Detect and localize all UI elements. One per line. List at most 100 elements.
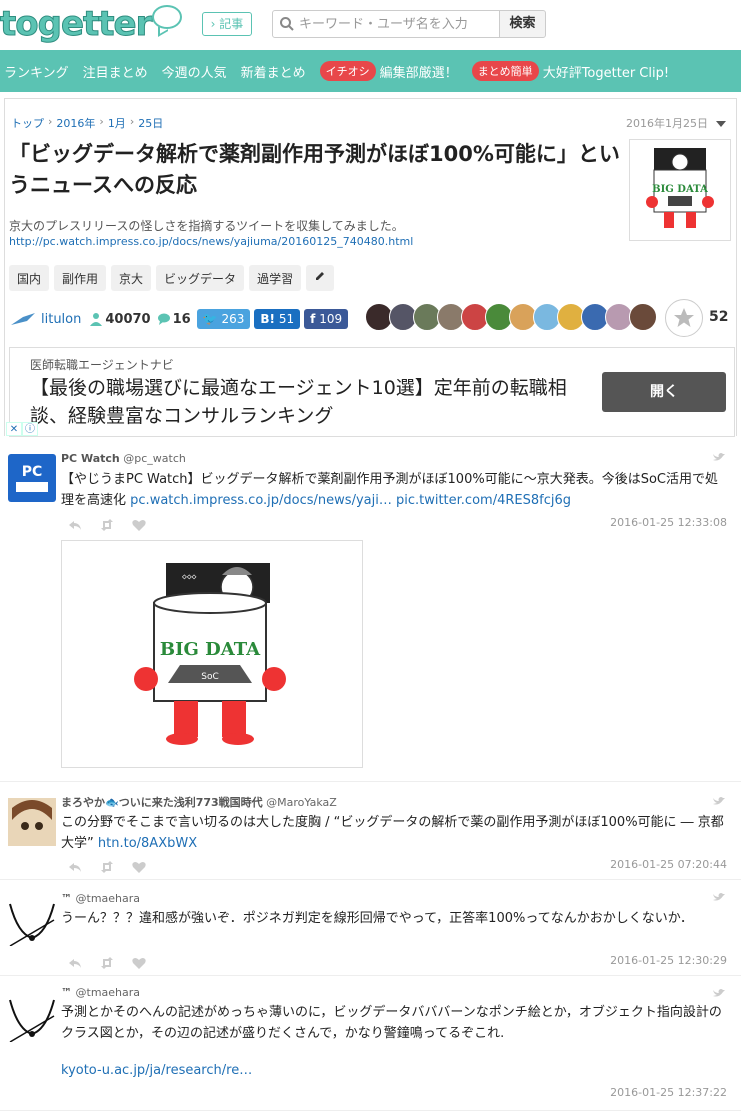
twitter-icon: 🐦 [202,312,218,326]
ad-choices[interactable]: ✕ ⓘ [6,422,38,436]
like-icon[interactable] [132,516,146,531]
reply-icon[interactable] [68,954,82,968]
editors-pick-label: 編集部厳選！ [379,65,458,81]
tweet-link[interactable]: kyoto-u.ac.jp/ja/research/re… [61,1060,729,1081]
close-icon[interactable]: ✕ [6,422,22,436]
tweet-author-handle: @pc_watch [123,452,186,465]
curve-avatar-icon [9,999,55,1043]
nav-item-weekly[interactable]: 今週の人気 [162,62,227,81]
tweet-timestamp[interactable]: 2016-01-25 12:33:08 [610,516,727,529]
tag-item[interactable]: 過学習 [249,265,302,291]
facebook-icon: f [310,312,316,326]
tweet-author[interactable]: ™ @tmaehara [61,986,140,999]
article-source-link[interactable]: http://pc.watch.impress.co.jp/docs/news/… [9,235,413,248]
chip-label: SoC [201,672,219,682]
tweet-timestamp[interactable]: 2016-01-25 12:30:29 [610,954,727,967]
ad-banner[interactable]: 医師転職エージェントナビ 【最後の職場選びに最適なエージェント10選】定年前の転… [6,347,735,437]
tweet-actions [68,954,164,969]
article-header: トップ › 2016年 › 1月 › 25日 2016年1月25日 「ビッグデータ解析… [4,98,737,437]
tweet-timestamp[interactable]: 2016-01-25 07:20:44 [610,858,727,871]
nav-item-new[interactable]: 新着まとめ [241,62,306,81]
article-date[interactable]: 2016年1月25日 [626,115,726,131]
facebook-share-button[interactable]: f 109 [304,309,349,329]
tweet-link[interactable]: htn.to/8AXbWX [98,836,197,851]
nav-item-ranking[interactable]: ランキング [4,62,69,81]
tweet: ™ @tmaehara うーん？？？違和感が強いぞ．ポジネガ判定を線形回帰でやっ… [0,880,741,976]
comments-count[interactable]: 16 [173,312,191,327]
tweet-text: 予測とかそのへんの記述がめっちゃ薄いのに，ビッグデータバババーンなポンチ絵とか，… [61,1005,722,1041]
reply-icon[interactable] [68,858,82,872]
tag-item[interactable]: 副作用 [54,265,107,291]
tag-item[interactable]: 京大 [111,265,152,291]
ad-open-button[interactable]: 開く [602,372,726,412]
breadcrumb-separator-icon: › [48,115,53,128]
hatena-bookmark-button[interactable]: B! 51 [254,309,301,329]
tweet: まろやか🐟ついに来た浅利773戦国時代 @MaroYakaZ この分野でそこまで… [0,782,741,880]
twitter-bird-icon[interactable] [713,796,725,806]
comment-icon [157,313,170,325]
tag-item[interactable]: ビッグデータ [156,265,245,291]
nav-item-editors-pick[interactable]: イチオシ 編集部厳選！ [319,61,458,81]
editors-pick-badge: イチオシ [319,61,376,81]
tweet-author[interactable]: PC Watch @pc_watch [61,452,186,465]
svg-text:PC: PC [22,464,43,480]
search-input[interactable] [299,11,497,37]
breadcrumb-separator-icon: › [129,115,135,128]
breadcrumb-month[interactable]: 1月 [108,115,126,131]
ad-text[interactable]: 【最後の職場選びに最適なエージェント10選】定年前の転職相談、経験豊富なコンサル… [30,374,590,430]
curve-avatar-icon [9,903,55,947]
tweet-link[interactable]: pc.watch.impress.co.jp/docs/news/yaji… [130,493,392,508]
twitter-bird-icon[interactable] [713,452,725,462]
views-icon [90,313,103,326]
favorite-button[interactable] [665,299,703,337]
pencil-icon [316,272,325,280]
tweet-text: この分野でそこまで言い切るのは大した度胸 / “ビッグデータの解析で薬の副作用予… [61,812,729,854]
avatar[interactable] [629,303,657,331]
breadcrumb-day[interactable]: 25日 [138,115,163,131]
breadcrumb-separator-icon: › [99,115,104,128]
edit-tags-button[interactable] [306,265,335,291]
article-thumbnail[interactable]: BIG DATA [629,139,731,241]
author-avatar[interactable] [9,311,37,327]
tweet: PC PC Watch @pc_watch 【やじうまPC Watch】ビッグデ… [0,440,741,782]
tweet-author-name: ™ [61,986,72,999]
nav-item-clip[interactable]: まとめ簡単 大好評Togetter Clip! [471,61,669,81]
avatar[interactable] [8,798,56,846]
retweet-icon[interactable] [100,954,114,969]
tweet-actions [68,516,164,531]
breadcrumb-top[interactable]: トップ [11,115,44,131]
tweet: ™ @tmaehara 予測とかそのへんの記述がめっちゃ薄いのに，ビッグデータバ… [0,976,741,1111]
article: トップ › 2016年 › 1月 › 25日 2016年1月25日 「ビッグデータ解析… [0,98,741,437]
reply-icon[interactable] [68,516,82,530]
tweet-timestamp[interactable]: 2016-01-25 12:37:22 [610,1086,727,1099]
search-button[interactable]: 検索 [499,10,546,38]
retweet-icon[interactable] [100,516,114,531]
like-icon[interactable] [132,858,146,873]
info-icon[interactable]: ⓘ [22,422,38,436]
hatena-icon: B! [260,312,276,326]
like-icon[interactable] [132,954,146,969]
page-title: 「ビッグデータ解析で薬剤副作用予測がほぼ100%可能に」というニュースへの反応 [9,142,620,197]
retweet-icon[interactable] [100,858,114,873]
avatar[interactable]: PC [8,454,56,502]
author-link[interactable]: litulon [41,312,81,327]
tag-item[interactable]: 国内 [9,265,50,291]
favorites-count: 52 [709,309,729,325]
big-data-illustration: ◇◇◇ BIG DATA SoC [134,563,286,745]
tweet-media[interactable]: ◇◇◇ BIG DATA SoC [61,540,363,768]
twitter-count: 263 [221,312,245,326]
breadcrumb-year[interactable]: 2016年 [56,115,95,131]
twitter-share-button[interactable]: 🐦 263 [196,309,251,329]
twitter-bird-icon[interactable] [713,892,725,902]
tweet-author[interactable]: まろやか🐟ついに来た浅利773戦国時代 @MaroYakaZ [61,794,337,810]
avatar[interactable] [8,898,56,947]
nav-item-featured[interactable]: 注目まとめ [83,62,148,81]
article-toggle-button[interactable]: › 記事 [202,12,252,36]
twitter-bird-icon[interactable] [713,988,725,998]
site-logo[interactable]: togetter [0,4,153,45]
breadcrumb: トップ › 2016年 › 1月 › 25日 [11,115,163,131]
tweet-pic-link[interactable]: pic.twitter.com/4RES8fcj6g [396,493,571,508]
article-toggle-label: 記事 [219,17,244,31]
tweet-author[interactable]: ™ @tmaehara [61,892,140,905]
avatar[interactable] [8,994,56,1043]
